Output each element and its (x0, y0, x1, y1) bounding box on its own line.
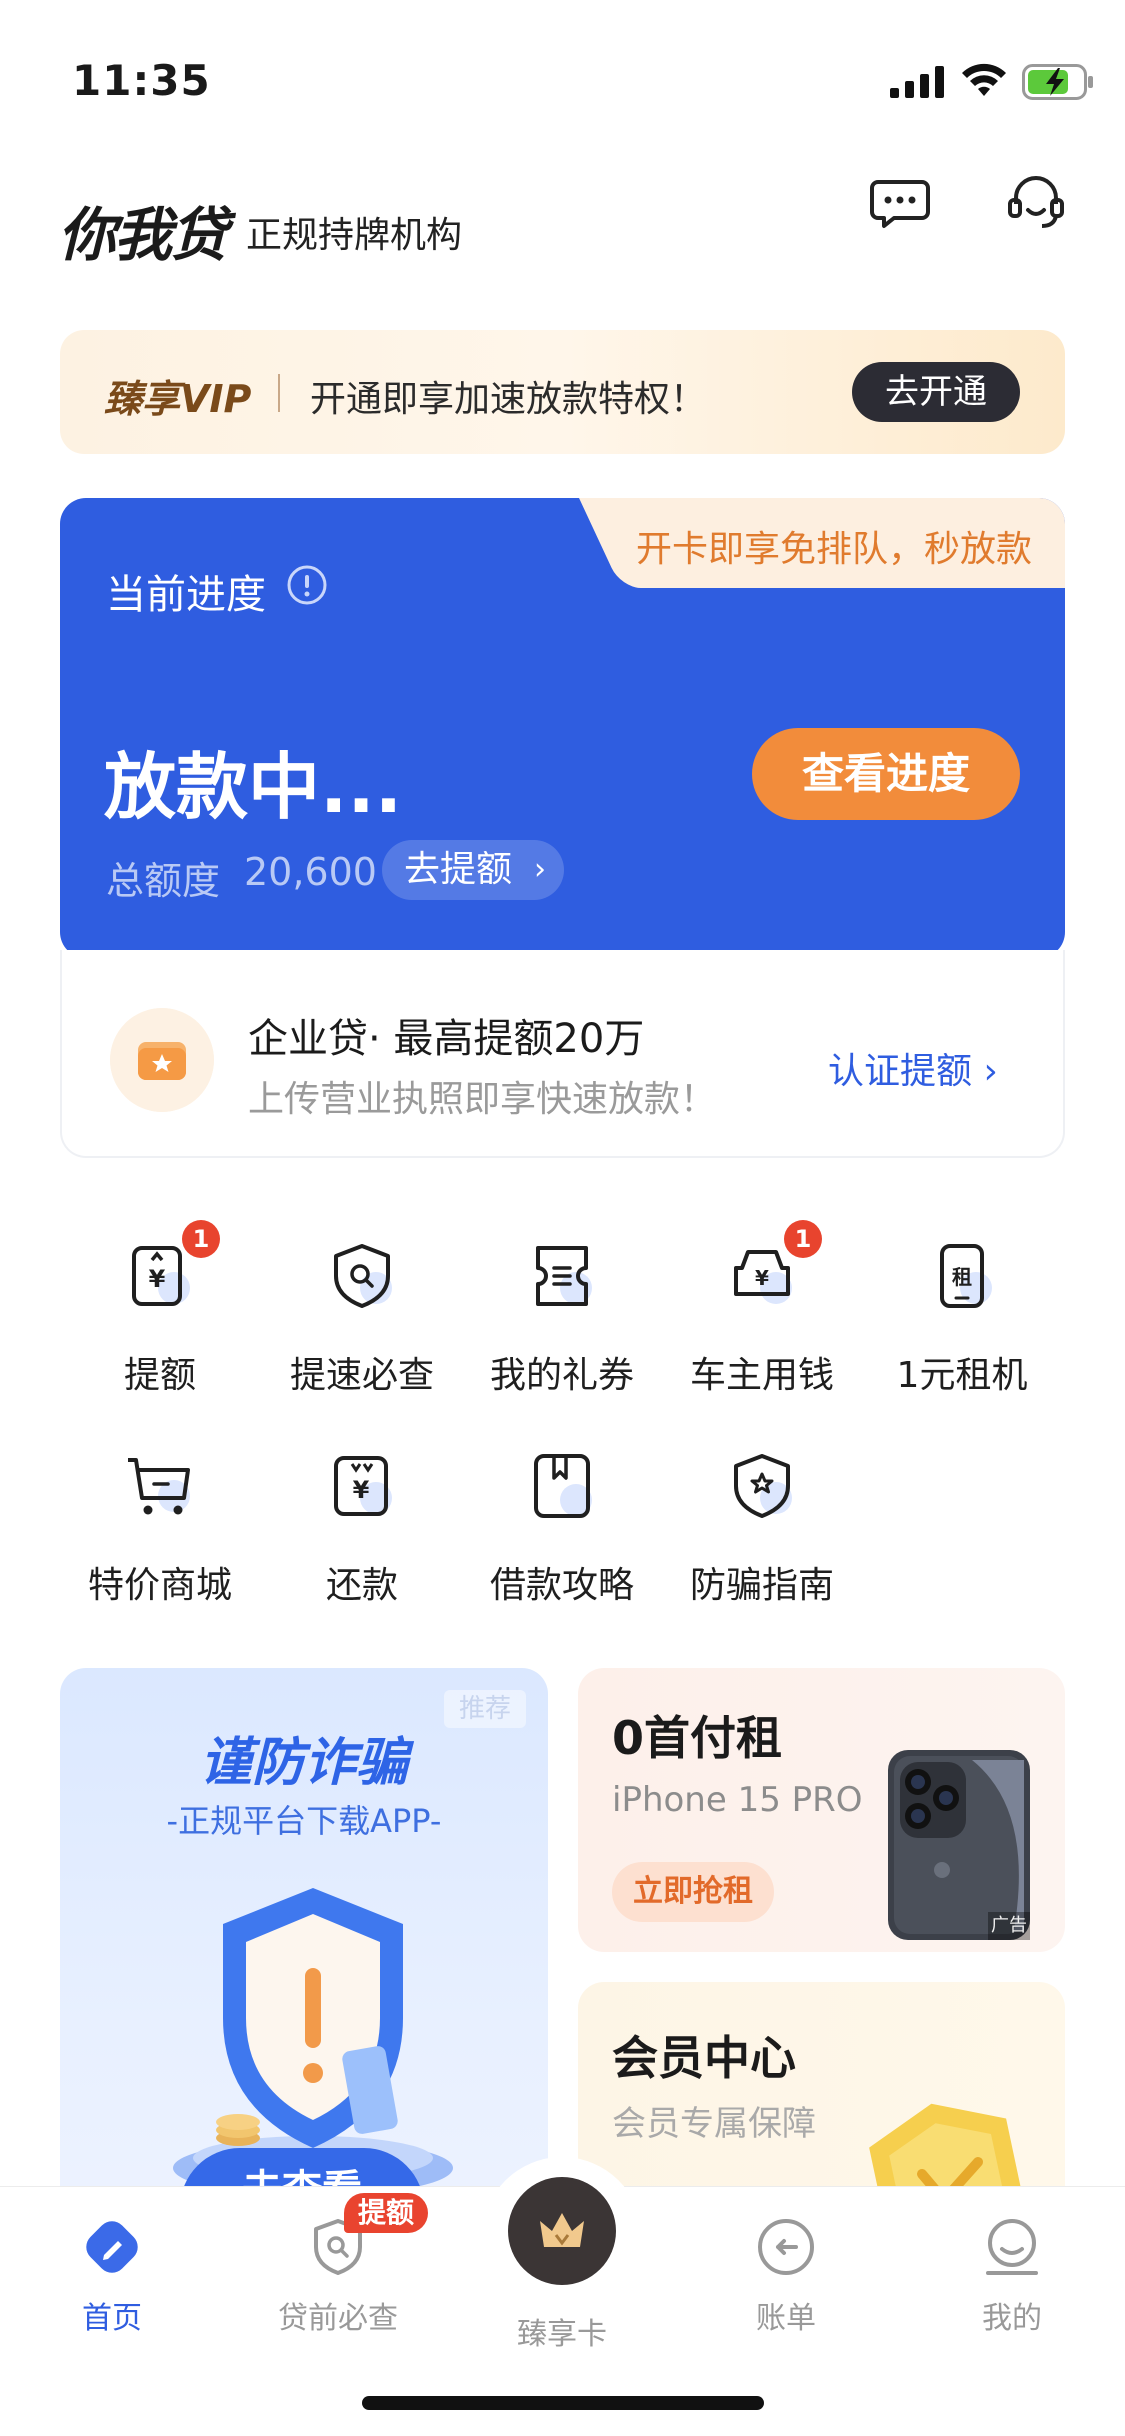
tab-label: 首页 (82, 2301, 142, 2336)
grid-item-label: 借款攻略 (489, 1565, 634, 1606)
crown-icon (540, 2213, 584, 2247)
member-center-title: 会员中心 (612, 2031, 796, 2085)
guide-book-icon (534, 1454, 592, 1518)
anti-fraud-title: 谨防诈骗 (199, 1733, 408, 1793)
grid-item-mall[interactable]: 特价商城 (60, 1448, 260, 1618)
grid-item-label: 特价商城 (87, 1565, 232, 1606)
total-limit-value: 20,600 (244, 850, 377, 894)
verify-raise-link[interactable]: 认证提额 › (828, 1042, 998, 1094)
enterprise-loan-subtitle: 上传营业执照即享快速放款！ (248, 1079, 717, 1120)
notification-badge: 1 (784, 1220, 822, 1258)
anti-fraud-icon (734, 1454, 792, 1518)
tab-mine[interactable]: 我的 (932, 2215, 1092, 2337)
message-icon[interactable] (868, 170, 932, 234)
info-icon[interactable] (286, 564, 328, 606)
grid-item-label: 提额 (123, 1355, 196, 1396)
grid-item-raise-limit[interactable]: ¥ 1 提额 (60, 1220, 260, 1408)
grid-item-label: 还款 (325, 1565, 398, 1606)
repay-icon: ¥ (334, 1456, 392, 1516)
svg-text:¥: ¥ (353, 1476, 370, 1504)
svg-text:租: 租 (952, 1265, 972, 1289)
home-pen-icon (86, 2221, 138, 2273)
svg-text:¥: ¥ (149, 1265, 166, 1293)
vip-text: 开通即享加速放款特权！ (310, 379, 707, 420)
member-center-subtitle: 会员专属保障 (612, 2104, 816, 2144)
total-limit-label: 总额度 (106, 859, 221, 903)
cellular-signal-icon (890, 66, 944, 98)
grid-item-label: 提速必查 (289, 1355, 434, 1396)
raise-limit-button[interactable]: 去提额 › (382, 840, 564, 900)
grid-item-anti-fraud[interactable]: 防骗指南 (662, 1448, 862, 1618)
grid-item-label: 防骗指南 (689, 1565, 834, 1606)
tab-premium-card[interactable]: 臻享卡 (482, 2157, 642, 2352)
loan-status: 放款中... (104, 745, 403, 829)
grid-item-coupons[interactable]: 我的礼券 (462, 1238, 662, 1408)
customer-service-icon[interactable] (1004, 170, 1068, 234)
grid-item-label: 车主用钱 (689, 1355, 834, 1396)
chevron-right-icon: › (983, 1051, 998, 1092)
raise-limit-label: 去提额 (404, 849, 513, 890)
progress-label: 当前进度 (106, 572, 266, 618)
notification-badge: 1 (182, 1220, 220, 1258)
grid-item-label: 1元租机 (896, 1355, 1028, 1396)
phone-rent-promo-card[interactable]: 0首付租 iPhone 15 PRO 立即抢租 广告 (578, 1668, 1065, 1952)
bill-icon (758, 2219, 814, 2275)
enterprise-loan-title: 企业贷· 最高提额20万 (248, 1016, 645, 1062)
vip-brand: 臻享VIP (104, 377, 252, 421)
vip-banner[interactable]: 臻享VIP 开通即享加速放款特权！ 去开通 (60, 330, 1065, 454)
progress-promo-text: 开卡即享免排队，秒放款 (636, 529, 1033, 570)
verify-raise-label: 认证提额 (828, 1051, 973, 1092)
tab-label: 臻享卡 (517, 2317, 607, 2352)
grid-item-guide[interactable]: 借款攻略 (462, 1448, 662, 1618)
grid-item-phone-rent[interactable]: 租 1元租机 (862, 1238, 1062, 1408)
divider (278, 374, 280, 412)
coupon-icon (536, 1246, 592, 1306)
svg-text:¥: ¥ (755, 1266, 769, 1290)
battery-charging-icon (1022, 64, 1093, 100)
anti-fraud-subtitle: -正规平台下载APP- (166, 1802, 442, 1840)
grid-item-repay[interactable]: ¥ 还款 (262, 1448, 462, 1618)
app-logo: 你我贷 (58, 201, 228, 269)
raise-limit-badge: 提额 (344, 2193, 429, 2233)
enterprise-loan-card[interactable]: 企业贷· 最高提额20万 上传营业执照即享快速放款！ 认证提额 › (60, 950, 1065, 1158)
rent-promo-title: 0首付租 (612, 1711, 783, 1765)
ad-tag: 广告 (988, 1912, 1030, 1940)
tab-pre-loan-check[interactable]: 贷前必查 提额 (258, 2193, 429, 2337)
home-indicator (362, 2396, 764, 2410)
vip-open-button[interactable]: 去开通 (852, 362, 1020, 422)
anti-fraud-promo-card[interactable]: 推荐 谨防诈骗 -正规平台下载APP- 去查看 (60, 1668, 548, 2268)
tab-label: 账单 (756, 2301, 816, 2336)
tab-bills[interactable]: 账单 (706, 2215, 866, 2337)
cart-icon (128, 1458, 190, 1515)
profile-icon (986, 2219, 1038, 2275)
status-time: 11:35 (72, 56, 211, 105)
grid-item-label: 我的礼券 (489, 1355, 634, 1396)
tab-label: 我的 (982, 2301, 1042, 2336)
wallet-star-icon (110, 1008, 214, 1112)
tab-home[interactable]: 首页 (32, 2215, 192, 2337)
chevron-right-icon: › (534, 852, 546, 887)
grab-rent-button[interactable]: 立即抢租 (612, 1862, 774, 1922)
phone-rent-icon: 租 (940, 1244, 992, 1308)
grid-item-speed-check[interactable]: 提速必查 (262, 1238, 462, 1408)
tab-label: 贷前必查 (278, 2301, 398, 2336)
rent-promo-subtitle: iPhone 15 PRO (612, 1780, 863, 1820)
view-progress-button[interactable]: 查看进度 (752, 728, 1020, 820)
shield-search-icon (334, 1244, 392, 1308)
status-bar: 11:35 (0, 0, 1125, 160)
grid-item-car-loan[interactable]: ¥ 1 车主用钱 (662, 1220, 862, 1408)
wifi-icon (962, 63, 1006, 96)
progress-card: 开卡即享免排队，秒放款 当前进度 放款中... 总额度 20,600 去提额 ›… (60, 498, 1065, 958)
app-tagline: 正规持牌机构 (246, 215, 463, 256)
